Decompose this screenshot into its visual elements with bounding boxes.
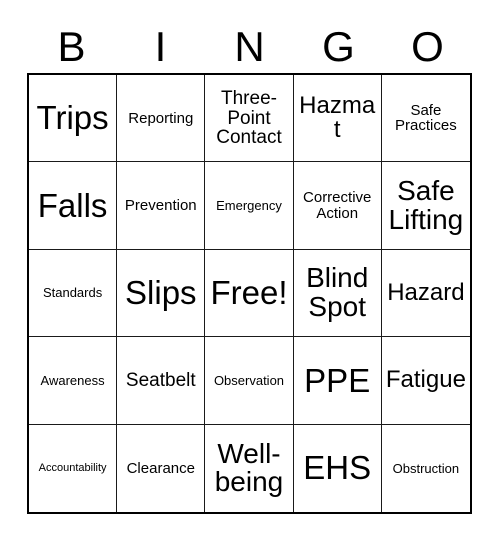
bingo-cell-r1c2[interactable]: Reporting xyxy=(117,75,206,163)
bingo-cell-r5c1[interactable]: Accountability xyxy=(29,424,118,512)
bingo-grid: Trips Reporting Three-Point Contact Hazm… xyxy=(27,73,472,514)
bingo-cell-r1c4[interactable]: Hazmat xyxy=(293,75,382,163)
bingo-cell-label: Accountability xyxy=(38,461,107,474)
bingo-cell-label: PPE xyxy=(304,361,371,399)
bingo-cell-label: Fatigue xyxy=(385,366,466,394)
bingo-cell-r3c4[interactable]: Blind Spot xyxy=(293,249,382,338)
bingo-cell-label: Falls xyxy=(37,186,108,224)
bingo-cell-r4c3[interactable]: Observation xyxy=(205,337,294,425)
bingo-cell-label: Obstruction xyxy=(392,460,460,476)
bingo-cell-label: Seatbelt xyxy=(125,369,196,391)
bingo-cell-r1c1[interactable]: Trips xyxy=(29,75,118,163)
bingo-cell-r4c5[interactable]: Fatigue xyxy=(381,337,470,425)
bingo-cell-r2c3[interactable]: Emergency xyxy=(205,162,294,250)
bingo-cell-label: Well-being xyxy=(214,437,284,498)
bingo-cell-r3c1[interactable]: Standards xyxy=(29,249,118,338)
bingo-cell-free-space[interactable]: Free! xyxy=(205,249,294,338)
bingo-cell-r2c4[interactable]: Corrective Action xyxy=(293,162,382,250)
bingo-cell-r2c1[interactable]: Falls xyxy=(29,162,118,250)
bingo-cell-r4c1[interactable]: Awareness xyxy=(29,337,118,425)
bingo-cell-label: Observation xyxy=(213,372,285,388)
bingo-header-row: B I N G O xyxy=(27,22,472,72)
bingo-cell-label: Emergency xyxy=(216,197,282,213)
bingo-cell-r5c2[interactable]: Clearance xyxy=(117,424,206,512)
bingo-cell-r5c3[interactable]: Well-being xyxy=(205,424,294,512)
bingo-cell-label: Trips xyxy=(36,99,109,137)
bingo-cell-r5c4[interactable]: EHS xyxy=(293,424,382,512)
bingo-header-letter-b: B xyxy=(57,23,86,70)
bingo-cell-label: Free! xyxy=(210,274,288,312)
bingo-header-letter-o: O xyxy=(411,23,444,70)
bingo-cell-label: Corrective Action xyxy=(303,189,372,222)
bingo-cell-r4c2[interactable]: Seatbelt xyxy=(117,337,206,425)
bingo-cell-label: Reporting xyxy=(128,109,194,127)
bingo-cell-r4c4[interactable]: PPE xyxy=(293,337,382,425)
bingo-cell-r1c5[interactable]: Safe Practices xyxy=(381,75,470,163)
bingo-cell-r3c2[interactable]: Slips xyxy=(117,249,206,338)
bingo-cell-r1c3[interactable]: Three-Point Contact xyxy=(205,75,294,163)
bingo-cell-label: Prevention xyxy=(124,196,197,214)
bingo-cell-r2c2[interactable]: Prevention xyxy=(117,162,206,250)
bingo-cell-r3c5[interactable]: Hazard xyxy=(381,249,470,338)
bingo-cell-label: Hazmat xyxy=(299,91,376,144)
bingo-cell-label: Safe Lifting xyxy=(388,175,464,235)
bingo-card: B I N G O Trips Reporting Three-Point Co… xyxy=(0,0,500,544)
bingo-cell-r2c5[interactable]: Safe Lifting xyxy=(381,162,470,250)
bingo-cell-label: Standards xyxy=(42,285,103,301)
bingo-cell-label: Blind Spot xyxy=(306,262,369,322)
bingo-cell-label: EHS xyxy=(303,449,372,487)
bingo-header-letter-i: I xyxy=(154,23,167,70)
bingo-header-letter-n: N xyxy=(234,23,265,70)
bingo-cell-label: Slips xyxy=(125,274,197,312)
bingo-cell-label: Awareness xyxy=(40,372,105,388)
bingo-cell-label: Safe Practices xyxy=(395,101,457,135)
bingo-header-letter-g: G xyxy=(322,23,355,70)
bingo-cell-label: Hazard xyxy=(387,278,465,306)
bingo-cell-r5c5[interactable]: Obstruction xyxy=(381,424,470,512)
bingo-cell-label: Three-Point Contact xyxy=(216,88,282,148)
bingo-cell-label: Clearance xyxy=(126,459,195,477)
